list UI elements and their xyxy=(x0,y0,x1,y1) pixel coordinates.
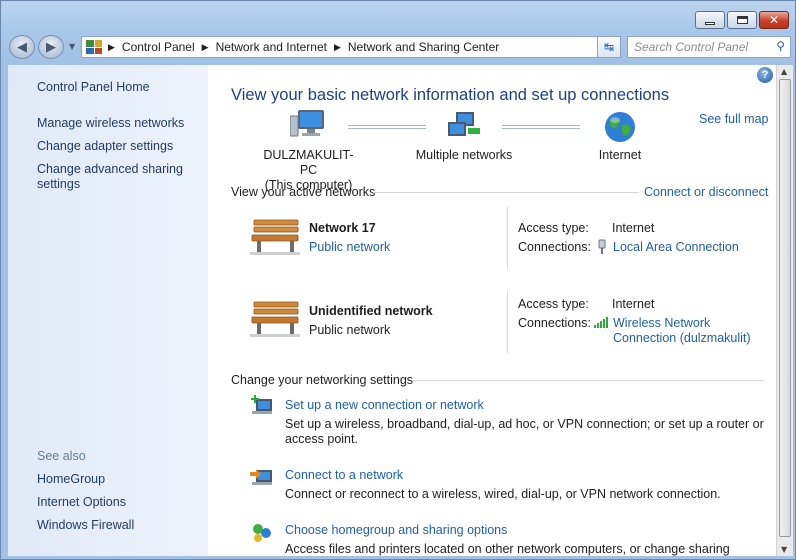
wireless-signal-icon xyxy=(594,317,608,328)
search-input[interactable]: Search Control Panel ⚲ xyxy=(627,36,791,58)
connect-to-network-icon xyxy=(250,469,272,485)
divider xyxy=(412,380,764,381)
internet-label: Internet xyxy=(598,148,642,162)
recent-pages-dropdown-icon[interactable]: ▼ xyxy=(69,42,75,51)
search-placeholder: Search Control Panel xyxy=(634,40,749,54)
access-type-value: Internet xyxy=(612,221,655,235)
divider xyxy=(373,192,639,193)
connect-or-disconnect-link[interactable]: Connect or disconnect xyxy=(644,185,768,199)
computer-icon xyxy=(290,110,324,137)
network-type-label: Public network xyxy=(309,323,391,337)
multiple-networks-icon xyxy=(448,112,480,136)
access-type-label: Access type: xyxy=(518,221,589,235)
scroll-up-icon[interactable]: ▲ xyxy=(781,67,787,76)
task-description: Set up a wireless, broadband, dial-up, a… xyxy=(285,417,764,447)
control-panel-icon xyxy=(86,40,102,54)
refresh-icon: ↹ xyxy=(603,40,615,54)
map-node-multiple-networks[interactable]: Multiple networks xyxy=(408,148,520,163)
sidebar-item-control-panel-home[interactable]: Control Panel Home xyxy=(37,80,150,95)
forward-button[interactable]: ▶ xyxy=(38,35,64,59)
breadcrumb-separator-icon[interactable]: ▶ xyxy=(108,42,115,53)
scroll-thumb[interactable] xyxy=(779,79,791,537)
active-networks-heading: View your active networks xyxy=(231,185,376,199)
computer-name: DULZMAKULIT-PC xyxy=(263,148,354,177)
new-connection-icon xyxy=(251,395,272,414)
breadcrumb-separator-icon[interactable]: ▶ xyxy=(334,42,341,53)
help-icon: ? xyxy=(761,69,769,81)
breadcrumb-separator-icon[interactable]: ▶ xyxy=(202,42,209,53)
sidebar: Control Panel Home Manage wireless netwo… xyxy=(8,65,208,556)
refresh-button[interactable]: ↹ xyxy=(597,36,621,58)
access-type-label: Access type: xyxy=(518,297,589,311)
back-button[interactable]: ◀ xyxy=(9,35,35,59)
maximize-icon xyxy=(736,16,748,24)
breadcrumb-control-panel[interactable]: Control Panel xyxy=(122,40,195,54)
back-arrow-icon: ◀ xyxy=(17,39,27,55)
task-description-line: access point. xyxy=(285,432,358,446)
connection-link-local-area[interactable]: Local Area Connection xyxy=(613,240,739,254)
connection-link-wireless[interactable]: Wireless Network Connection (dulzmakulit… xyxy=(613,316,751,346)
window-controls: ✕ xyxy=(695,11,789,29)
sidebar-item-change-adapter[interactable]: Change adapter settings xyxy=(37,139,173,154)
search-icon[interactable]: ⚲ xyxy=(776,39,785,53)
task-link-connect-to-network[interactable]: Connect to a network xyxy=(285,468,403,482)
network-name: Unidentified network xyxy=(309,304,433,318)
divider xyxy=(507,207,508,269)
connection-link-line1: Wireless Network xyxy=(613,316,711,330)
maximize-button[interactable] xyxy=(727,11,757,29)
sidebar-item-internet-options[interactable]: Internet Options xyxy=(37,495,126,510)
task-link-homegroup-sharing[interactable]: Choose homegroup and sharing options xyxy=(285,523,507,537)
minimize-button[interactable] xyxy=(695,11,725,29)
divider xyxy=(507,291,508,353)
network-type-link[interactable]: Public network xyxy=(309,240,390,254)
connections-label: Connections: xyxy=(518,316,591,330)
sidebar-item-manage-wireless[interactable]: Manage wireless networks xyxy=(37,116,184,131)
homegroup-icon xyxy=(253,524,271,542)
page-title: View your basic network information and … xyxy=(231,86,670,104)
minimize-icon xyxy=(705,21,715,25)
main-content: ? View your basic network information an… xyxy=(208,65,776,556)
scroll-down-icon[interactable]: ▼ xyxy=(781,545,787,554)
connections-label: Connections: xyxy=(518,240,591,254)
sidebar-item-windows-firewall[interactable]: Windows Firewall xyxy=(37,518,134,533)
vertical-scrollbar[interactable]: ▲ ▼ xyxy=(776,65,793,556)
map-link-line xyxy=(502,125,580,129)
task-description-line: Set up a wireless, broadband, dial-up, a… xyxy=(285,417,764,431)
sidebar-item-advanced-sharing[interactable]: Change advanced sharing settings xyxy=(37,162,197,192)
internet-globe-icon xyxy=(605,112,635,142)
network-name: Network 17 xyxy=(309,221,376,235)
forward-arrow-icon: ▶ xyxy=(46,39,56,55)
multiple-networks-label: Multiple networks xyxy=(415,148,513,162)
access-type-value: Internet xyxy=(612,297,655,311)
networking-settings-heading: Change your networking settings xyxy=(231,373,414,387)
public-network-bench-icon xyxy=(250,301,300,337)
sidebar-item-homegroup[interactable]: HomeGroup xyxy=(37,472,105,487)
close-icon: ✕ xyxy=(768,13,780,27)
map-link-line xyxy=(348,125,426,129)
see-full-map-link[interactable]: See full map xyxy=(699,112,768,126)
task-description-line: Connect or reconnect to a wireless, wire… xyxy=(285,487,721,501)
connection-link-line2: Connection (dulzmakulit) xyxy=(613,331,751,345)
public-network-bench-icon xyxy=(250,219,300,255)
map-node-internet[interactable]: Internet xyxy=(588,148,652,163)
see-also-label: See also xyxy=(37,449,86,463)
help-button[interactable]: ? xyxy=(757,67,773,83)
close-button[interactable]: ✕ xyxy=(759,11,789,29)
breadcrumb-network-and-sharing-center[interactable]: Network and Sharing Center xyxy=(348,40,499,54)
task-description: Access files and printers located on oth… xyxy=(285,542,776,556)
address-bar[interactable]: ▶ Control Panel ▶ Network and Internet ▶… xyxy=(81,36,621,58)
task-link-setup-connection[interactable]: Set up a new connection or network xyxy=(285,398,484,412)
ethernet-plug-icon xyxy=(598,239,606,254)
breadcrumb-network-and-internet[interactable]: Network and Internet xyxy=(216,40,327,54)
navigation-bar: ◀ ▶ ▼ ▶ Control Panel ▶ Network and Inte… xyxy=(9,34,791,60)
task-description: Connect or reconnect to a wireless, wire… xyxy=(285,487,721,502)
task-description-line: Access files and printers located on oth… xyxy=(285,542,730,556)
